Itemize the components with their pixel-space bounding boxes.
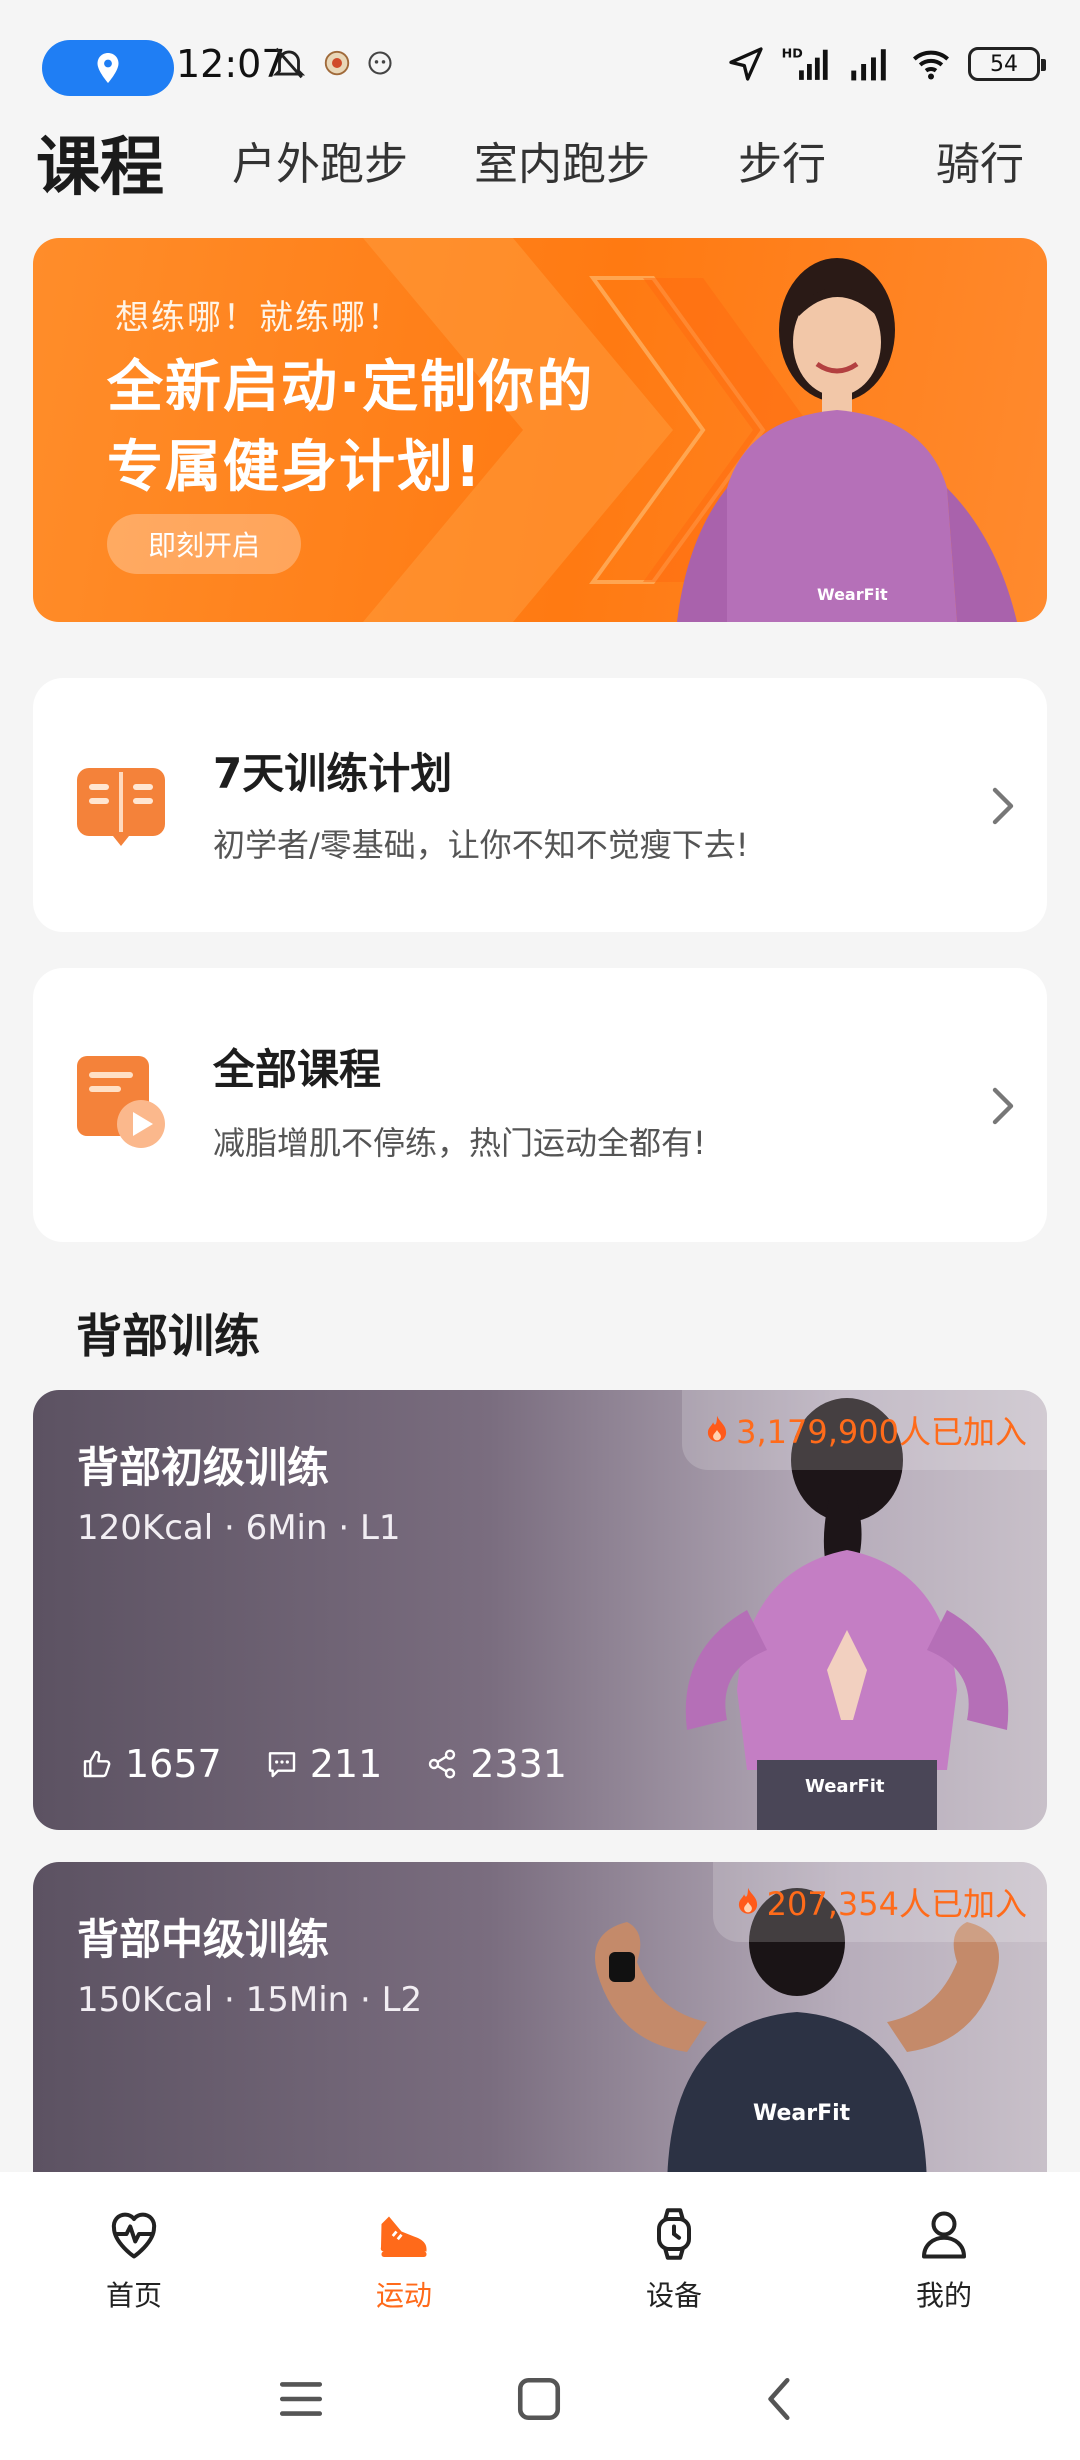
home-square-icon[interactable] — [514, 2374, 564, 2424]
chevron-right-icon — [992, 787, 1014, 825]
participants-badge: 3,179,900人已加入 — [682, 1390, 1047, 1470]
nav-label: 设备 — [645, 2279, 702, 2312]
bottom-nav: 首页 运动 设备 我的 — [0, 2172, 1080, 2340]
workout-stats: 1657 211 2331 — [81, 1742, 567, 1786]
location-indicator[interactable] — [42, 40, 174, 96]
page-title: 课程 — [36, 131, 164, 205]
running-shoe-icon — [380, 2216, 427, 2257]
workout-title: 背部初级训练 — [77, 1443, 330, 1492]
course-video-icon — [77, 1056, 165, 1148]
comments-stat[interactable]: 211 — [266, 1742, 383, 1786]
tab-cycling[interactable]: 骑行 — [936, 128, 1024, 192]
menu-icon[interactable] — [276, 2374, 326, 2424]
training-plan-card[interactable]: 7天训练计划 初学者/零基础，让你不知不觉瘦下去! — [33, 678, 1047, 932]
nav-label: 运动 — [375, 2279, 432, 2312]
workout-card[interactable]: WearFit 3,179,900人已加入 背部初级训练 120Kcal · 6… — [33, 1390, 1047, 1830]
workout-title: 背部中级训练 — [77, 1915, 330, 1964]
tab-indoor-run[interactable]: 室内跑步 — [474, 128, 650, 192]
start-now-button[interactable]: 即刻开启 — [107, 514, 301, 574]
participants-count: 207,354人已加入 — [766, 1885, 1027, 1923]
shares-count: 2331 — [470, 1742, 567, 1786]
tab-outdoor-run[interactable]: 户外跑步 — [232, 128, 408, 192]
all-courses-card[interactable]: 全部课程 减脂增肌不停练，热门运动全都有! — [33, 968, 1047, 1242]
app-notification-icon-2 — [368, 51, 392, 75]
comments-count: 211 — [309, 1742, 383, 1786]
participants-count: 3,179,900人已加入 — [736, 1413, 1027, 1451]
nav-me[interactable]: 我的 — [874, 2204, 1014, 2314]
svg-text:WearFit: WearFit — [805, 1776, 885, 1797]
heart-pulse-icon — [111, 2212, 157, 2259]
svg-text:HD: HD — [782, 46, 803, 61]
banner-title-line-1: 全新启动·定制你的 — [107, 355, 595, 420]
card-title: 7天训练计划 — [213, 749, 453, 798]
bell-muted-icon — [272, 47, 306, 79]
banner-title-line-2: 专属健身计划! — [107, 435, 483, 500]
likes-count: 1657 — [125, 1742, 222, 1786]
nav-home[interactable]: 首页 — [64, 2204, 204, 2314]
wifi-icon — [913, 50, 949, 80]
card-subtitle: 减脂增肌不停练，热门运动全都有! — [213, 1124, 706, 1162]
app-notification-icon — [324, 50, 350, 76]
system-nav-bar — [0, 2340, 1080, 2460]
banner-kicker: 想练哪！就练哪！ — [115, 298, 403, 338]
header: 课程 户外跑步 室内跑步 步行 骑行 — [0, 110, 1080, 210]
card-title: 全部课程 — [213, 1045, 382, 1094]
card-subtitle: 初学者/零基础，让你不知不觉瘦下去! — [213, 826, 749, 864]
location-pin-icon — [97, 53, 119, 83]
participants-badge: 207,354人已加入 — [712, 1862, 1047, 1942]
book-icon — [77, 768, 165, 846]
chevron-right-icon — [992, 1087, 1014, 1125]
back-icon[interactable] — [756, 2374, 806, 2424]
svg-text:WearFit: WearFit — [753, 2101, 851, 2126]
signal-icon — [851, 49, 886, 81]
navigation-arrow-icon — [729, 47, 763, 81]
nav-device[interactable]: 设备 — [604, 2204, 744, 2314]
tab-walk[interactable]: 步行 — [738, 128, 826, 192]
user-icon — [922, 2211, 966, 2259]
section-title: 背部训练 — [76, 1309, 260, 1363]
battery-level: 54 — [990, 51, 1018, 77]
workout-card[interactable]: WearFit 207,354人已加入 背部中级训练 150Kcal · 15M… — [33, 1862, 1047, 2192]
thumbs-up-icon — [83, 1750, 111, 1778]
comment-icon — [268, 1752, 295, 1778]
nav-label: 我的 — [915, 2279, 972, 2312]
watch-icon — [657, 2208, 691, 2260]
flame-icon — [738, 1887, 757, 1914]
share-icon — [429, 1749, 456, 1779]
promo-banner[interactable]: 想练哪！就练哪！ 全新启动·定制你的 专属健身计划! 即刻开启 WearFit — [33, 238, 1047, 622]
workout-meta: 120Kcal · 6Min · L1 — [77, 1508, 401, 1548]
nav-label: 首页 — [105, 2279, 162, 2312]
nav-sport[interactable]: 运动 — [334, 2204, 474, 2314]
svg-text:WearFit: WearFit — [817, 585, 888, 604]
banner-title: 全新启动·定制你的 专属健身计划! — [107, 348, 594, 508]
flame-icon — [708, 1415, 727, 1442]
likes-stat[interactable]: 1657 — [81, 1742, 222, 1786]
shares-stat[interactable]: 2331 — [426, 1742, 567, 1786]
signal-hd-icon: HD — [782, 46, 828, 80]
battery-indicator: 54 — [968, 47, 1046, 81]
status-bar: 12:07 HD 54 — [0, 0, 1080, 120]
banner-model-image: WearFit — [677, 258, 1017, 622]
workout-meta: 150Kcal · 15Min · L2 — [77, 1980, 423, 2020]
